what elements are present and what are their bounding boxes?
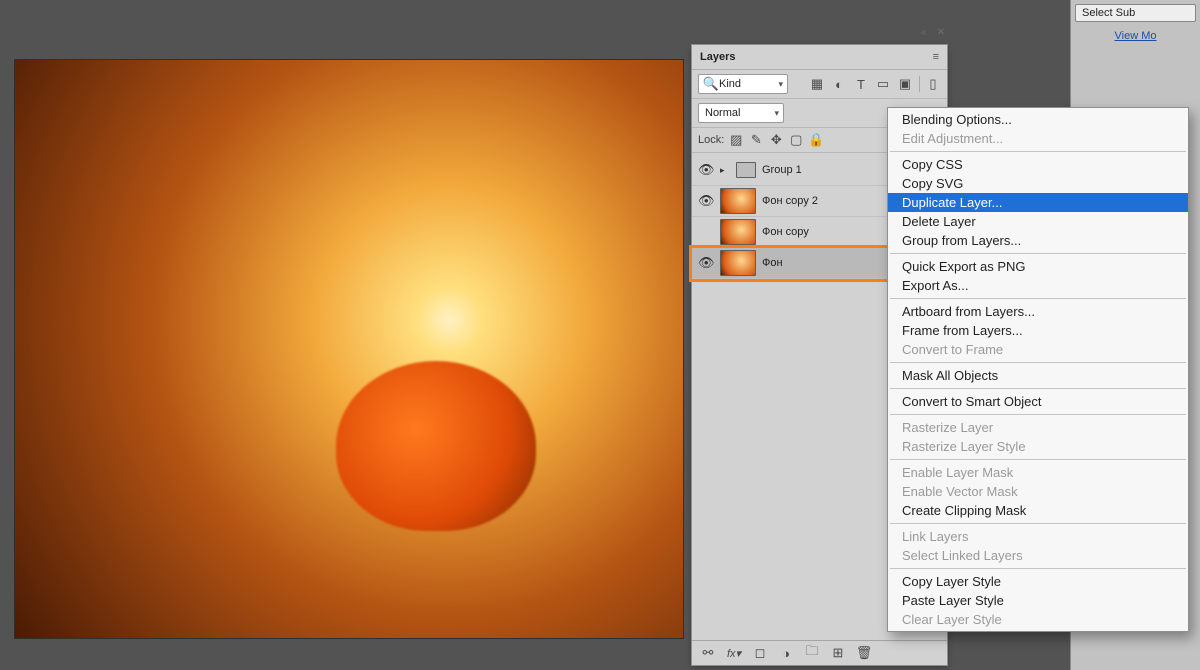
- menu-separator: [890, 388, 1186, 389]
- document-canvas[interactable]: [15, 60, 683, 638]
- blend-mode-value: Normal: [705, 107, 740, 119]
- menu-item[interactable]: Paste Layer Style: [888, 591, 1188, 610]
- filter-toggle-icon[interactable]: ▯: [919, 76, 941, 92]
- filter-kind-label: Kind: [719, 78, 741, 90]
- layers-footer: ⚯ fx▾ ◻ ◑ 🗀 ⊞ 🗑: [692, 640, 947, 665]
- menu-separator: [890, 523, 1186, 524]
- menu-item[interactable]: Frame from Layers...: [888, 321, 1188, 340]
- search-icon: 🔍: [703, 76, 719, 92]
- filter-shape-icon[interactable]: ▭: [875, 76, 891, 92]
- menu-item[interactable]: Create Clipping Mask: [888, 501, 1188, 520]
- group-fold-icon[interactable]: ▸: [720, 165, 730, 176]
- menu-item[interactable]: Mask All Objects: [888, 366, 1188, 385]
- filter-pixel-icon[interactable]: ▦: [809, 76, 825, 92]
- menu-separator: [890, 151, 1186, 152]
- menu-separator: [890, 362, 1186, 363]
- menu-item[interactable]: Delete Layer: [888, 212, 1188, 231]
- visibility-toggle-icon[interactable]: 👁: [698, 193, 714, 209]
- menu-item[interactable]: Blending Options...: [888, 110, 1188, 129]
- menu-separator: [890, 253, 1186, 254]
- layer-thumbnail[interactable]: [720, 250, 756, 276]
- trash-icon[interactable]: 🗑: [856, 645, 872, 661]
- menu-item[interactable]: Duplicate Layer...: [888, 193, 1188, 212]
- menu-item: Select Linked Layers: [888, 546, 1188, 565]
- layer-context-menu: Blending Options...Edit Adjustment... Cop…: [887, 107, 1189, 632]
- menu-separator: [890, 298, 1186, 299]
- select-subject-button[interactable]: Select Sub: [1075, 4, 1196, 22]
- lock-nested-icon[interactable]: ▢: [788, 132, 804, 148]
- menu-separator: [890, 568, 1186, 569]
- layer-name[interactable]: Фон copy: [762, 226, 809, 238]
- menu-item[interactable]: Quick Export as PNG: [888, 257, 1188, 276]
- menu-item: Rasterize Layer Style: [888, 437, 1188, 456]
- folder-icon: [736, 162, 756, 178]
- view-more-link[interactable]: View Mo: [1075, 30, 1196, 42]
- blend-mode-dropdown[interactable]: Normal: [698, 103, 784, 123]
- menu-item: Clear Layer Style: [888, 610, 1188, 629]
- menu-item: Enable Layer Mask: [888, 463, 1188, 482]
- panel-menu-icon[interactable]: ≡: [933, 51, 939, 63]
- visibility-toggle-icon[interactable]: 👁: [698, 162, 714, 178]
- menu-item[interactable]: Convert to Smart Object: [888, 392, 1188, 411]
- menu-item[interactable]: Export As...: [888, 276, 1188, 295]
- menu-item[interactable]: Artboard from Layers...: [888, 302, 1188, 321]
- menu-item[interactable]: Copy Layer Style: [888, 572, 1188, 591]
- fx-icon[interactable]: fx▾: [726, 645, 742, 661]
- lock-position-icon[interactable]: ✥: [768, 132, 784, 148]
- layer-filter-row: 🔍 Kind ▾ ▦ ◐ T ▭ ▣ ▯: [692, 70, 947, 99]
- menu-separator: [890, 459, 1186, 460]
- menu-item: Enable Vector Mask: [888, 482, 1188, 501]
- filter-text-icon[interactable]: T: [853, 76, 869, 92]
- menu-item: Link Layers: [888, 527, 1188, 546]
- layer-name[interactable]: Group 1: [762, 164, 802, 176]
- layer-thumbnail[interactable]: [720, 219, 756, 245]
- panel-title: Layers: [700, 51, 735, 63]
- new-adjust-icon[interactable]: ◑: [778, 645, 794, 661]
- menu-item: Edit Adjustment...: [888, 129, 1188, 148]
- layer-name[interactable]: Фон: [762, 257, 783, 269]
- layer-name[interactable]: Фон copy 2: [762, 195, 818, 207]
- panel-close-icon[interactable]: ✕: [937, 27, 945, 38]
- new-layer-icon[interactable]: ⊞: [830, 645, 846, 661]
- menu-item: Convert to Frame: [888, 340, 1188, 359]
- menu-item[interactable]: Copy CSS: [888, 155, 1188, 174]
- lock-all-icon[interactable]: 🔒: [808, 132, 824, 148]
- filter-smart-icon[interactable]: ▣: [897, 76, 913, 92]
- link-layers-icon[interactable]: ⚯: [700, 645, 716, 661]
- menu-separator: [890, 414, 1186, 415]
- mask-icon[interactable]: ◻: [752, 645, 768, 661]
- menu-item[interactable]: Copy SVG: [888, 174, 1188, 193]
- filter-adjust-icon[interactable]: ◐: [831, 76, 847, 92]
- filter-kind-dropdown[interactable]: 🔍 Kind ▾: [698, 74, 788, 94]
- panel-collapse-icon[interactable]: «: [921, 27, 927, 38]
- new-group-icon[interactable]: 🗀: [804, 645, 820, 661]
- lock-label: Lock:: [698, 134, 724, 146]
- layer-thumbnail[interactable]: [720, 188, 756, 214]
- lock-transparent-icon[interactable]: ▨: [728, 132, 744, 148]
- lock-paint-icon[interactable]: ✎: [748, 132, 764, 148]
- menu-item[interactable]: Group from Layers...: [888, 231, 1188, 250]
- visibility-toggle-icon[interactable]: 👁: [698, 255, 714, 271]
- menu-item: Rasterize Layer: [888, 418, 1188, 437]
